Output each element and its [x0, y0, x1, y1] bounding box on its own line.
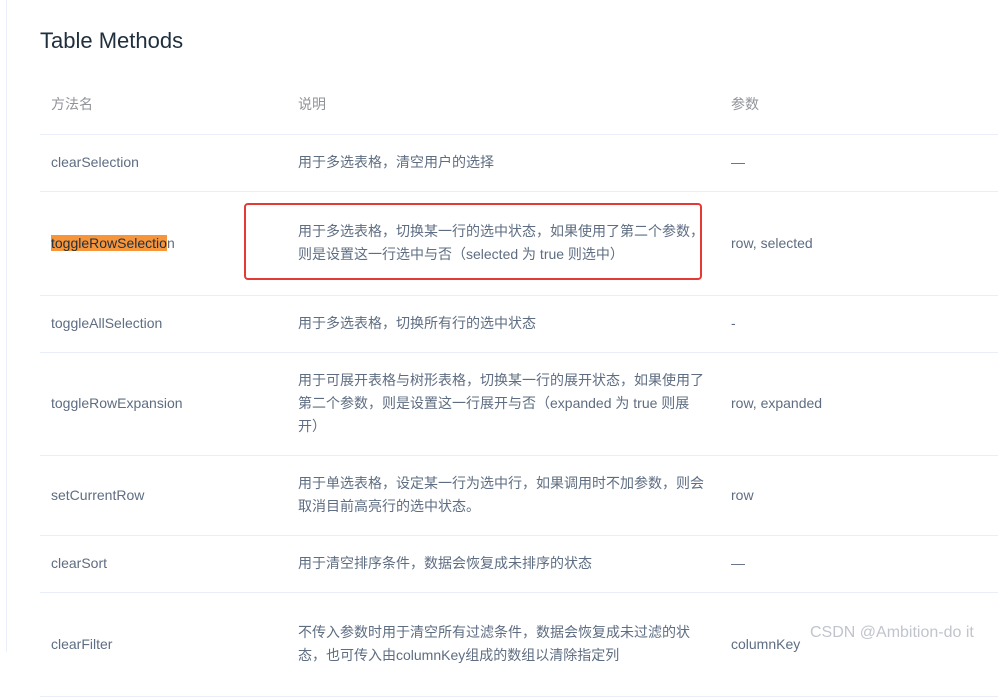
method-description-cell: 用于多选表格，清空用户的选择 [287, 134, 720, 192]
method-params-cell: row, expanded [720, 352, 998, 456]
header-params: 参数 [720, 76, 998, 135]
method-params-cell: — [720, 535, 998, 593]
header-method-name: 方法名 [40, 76, 287, 135]
methods-table: 方法名 说明 参数 clearSelection 用于多选表格，清空用户的选择 … [40, 76, 998, 697]
table-row: clearFilter 不传入参数时用于清空所有过滤条件，数据会恢复成未过滤的状… [40, 592, 998, 697]
method-name-rest: n [166, 234, 175, 251]
table-header-row: 方法名 说明 参数 [40, 76, 998, 135]
page-left-border [6, 0, 7, 652]
header-description: 说明 [287, 76, 720, 135]
method-description-cell: 用于可展开表格与树形表格，切换某一行的展开状态，如果使用了第二个参数，则是设置这… [287, 352, 720, 456]
method-params-cell: row [720, 455, 998, 536]
table-row: toggleRowSelection 用于多选表格，切换某一行的选中状态，如果使… [40, 191, 998, 296]
table-row: toggleAllSelection 用于多选表格，切换所有行的选中状态 - [40, 295, 998, 353]
method-params-cell: columnKey [720, 592, 998, 697]
method-name-cell: clearFilter [40, 592, 287, 697]
method-name-cell: clearSelection [40, 134, 287, 192]
table-row: clearSelection 用于多选表格，清空用户的选择 — [40, 134, 998, 192]
table-row: clearSort 用于清空排序条件，数据会恢复成未排序的状态 — [40, 535, 998, 593]
method-params-cell: - [720, 295, 998, 353]
method-name-cell: setCurrentRow [40, 455, 287, 536]
search-highlight: toggleRowSelectio [51, 234, 167, 251]
method-name-cell: toggleAllSelection [40, 295, 287, 353]
table-row: toggleRowExpansion 用于可展开表格与树形表格，切换某一行的展开… [40, 352, 998, 456]
table-row: setCurrentRow 用于单选表格，设定某一行为选中行，如果调用时不加参数… [40, 455, 998, 536]
method-params-cell: row, selected [720, 191, 998, 296]
method-description-cell: 用于单选表格，设定某一行为选中行，如果调用时不加参数，则会取消目前高亮行的选中状… [287, 455, 720, 536]
method-description-cell: 不传入参数时用于清空所有过滤条件，数据会恢复成未过滤的状态，也可传入由colum… [287, 592, 720, 697]
method-description-cell: 用于多选表格，切换所有行的选中状态 [287, 295, 720, 353]
watermark: CSDN @Ambition-do it [810, 624, 974, 641]
method-description-cell: 用于多选表格，切换某一行的选中状态，如果使用了第二个参数，则是设置这一行选中与否… [287, 191, 720, 296]
page-title: Table Methods [40, 28, 184, 53]
method-params-cell: — [720, 134, 998, 192]
method-description-cell: 用于清空排序条件，数据会恢复成未排序的状态 [287, 535, 720, 593]
method-name-cell: toggleRowExpansion [40, 352, 287, 456]
method-name-cell: clearSort [40, 535, 287, 593]
method-name-cell: toggleRowSelection [40, 191, 287, 296]
